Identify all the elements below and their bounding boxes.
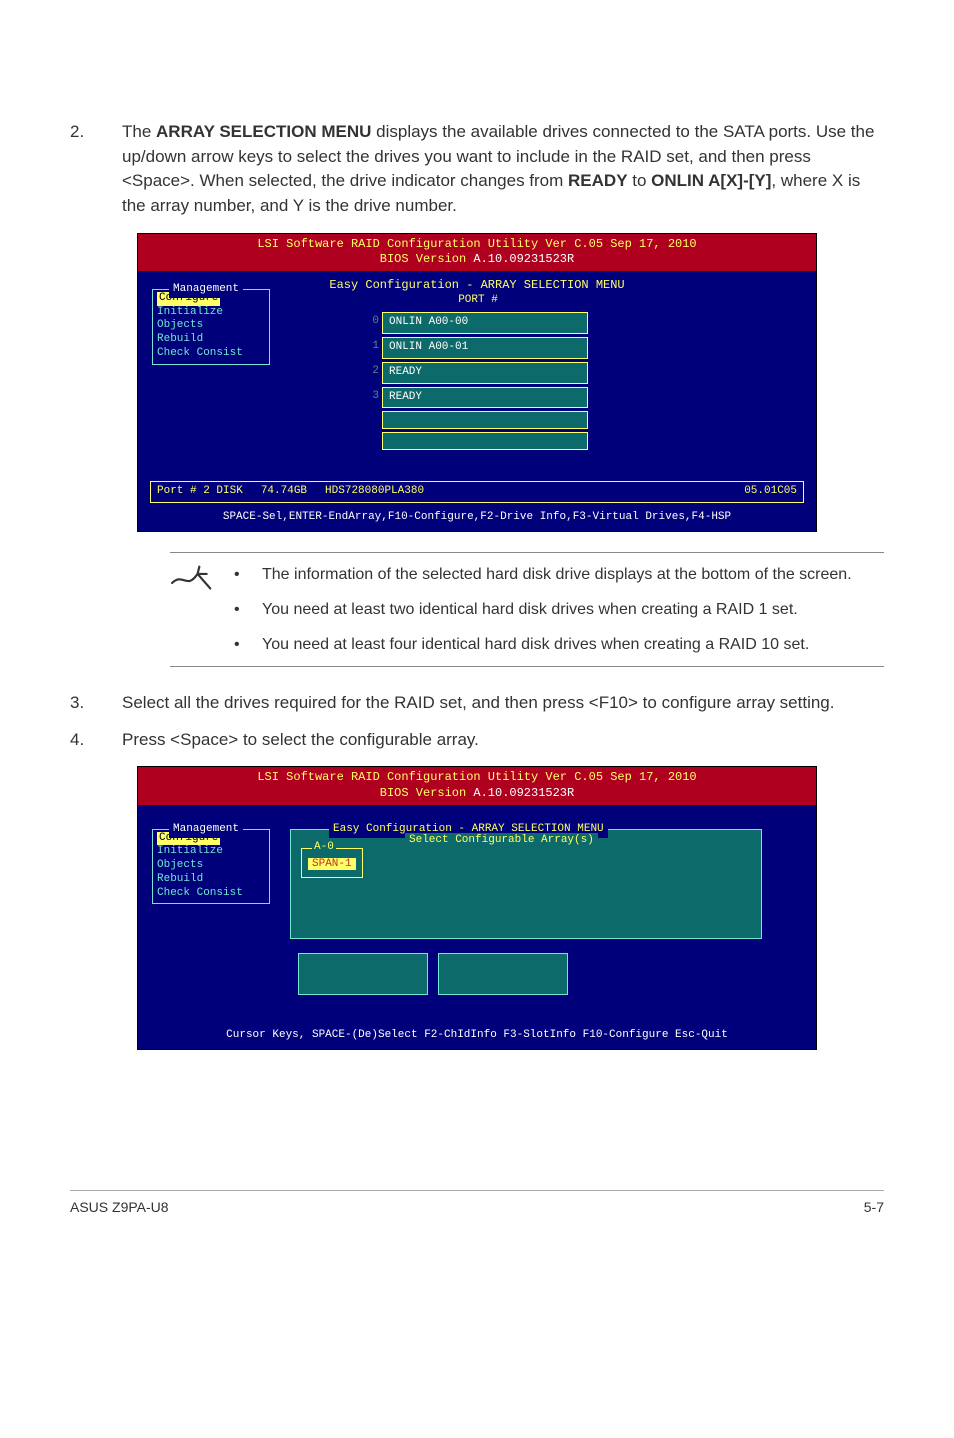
- bold: ARRAY SELECTION MENU: [156, 122, 371, 141]
- port-index: [368, 432, 382, 450]
- bullet-icon: •: [234, 563, 244, 586]
- bold: ONLIN A[X]-[Y]: [651, 171, 771, 190]
- footer-right: 5-7: [864, 1197, 884, 1217]
- port-row[interactable]: 3 READY: [368, 387, 588, 409]
- info-box: [298, 953, 428, 995]
- port-index: 2: [368, 362, 382, 384]
- disk-info-bar: Port # 2 DISK 74.74GB HDS728080PLA380 05…: [150, 481, 804, 503]
- bios-title: LSI Software RAID Configuration Utility …: [138, 237, 816, 253]
- note-text: The information of the selected hard dis…: [262, 563, 852, 586]
- bios-version-label: BIOS Version: [380, 252, 474, 266]
- span-panel: Easy Configuration - ARRAY SELECTION MEN…: [290, 829, 762, 939]
- port-label: ONLIN A00-01: [382, 337, 588, 359]
- bios-help-bar: Cursor Keys, SPACE-(De)Select F2-ChIdInf…: [138, 1025, 816, 1049]
- step-body: The ARRAY SELECTION MENU displays the av…: [122, 120, 884, 219]
- bios-version-label: BIOS Version: [380, 786, 474, 800]
- step-body: Press <Space> to select the configurable…: [122, 728, 884, 753]
- port-row[interactable]: 1 ONLIN A00-01: [368, 337, 588, 359]
- port-panel: PORT # 0 ONLIN A00-00 1 ONLIN A00-01 2 R…: [368, 293, 588, 454]
- port-row-empty: [368, 411, 588, 429]
- port-label: READY: [382, 362, 588, 384]
- bios-help-bar: SPACE-Sel,ENTER-EndArray,F10-Configure,F…: [138, 507, 816, 531]
- bios-title: LSI Software RAID Configuration Utility …: [138, 770, 816, 786]
- step-4: 4. Press <Space> to select the configura…: [70, 728, 884, 753]
- port-label: [382, 411, 588, 429]
- note-item: • You need at least four identical hard …: [234, 633, 876, 656]
- bios-screenshot-1: LSI Software RAID Configuration Utility …: [137, 233, 817, 532]
- disk-rev: 05.01C05: [744, 484, 797, 500]
- step-number: 4.: [70, 728, 94, 753]
- management-panel: Management Configure Initialize Objects …: [152, 829, 270, 905]
- menu-item-check[interactable]: Check Consist: [157, 887, 265, 901]
- info-box: [438, 953, 568, 995]
- disk-port: Port # 2 DISK: [157, 484, 243, 500]
- port-row-empty: [368, 432, 588, 450]
- port-index: 1: [368, 337, 382, 359]
- port-header: PORT #: [368, 293, 588, 309]
- panel-label: Management: [169, 822, 243, 838]
- port-index: [368, 411, 382, 429]
- menu-item-rebuild[interactable]: Rebuild: [157, 333, 265, 347]
- note-icon: [170, 563, 216, 657]
- note-text: You need at least four identical hard di…: [262, 633, 809, 656]
- footer-left: ASUS Z9PA-U8: [70, 1197, 169, 1217]
- menu-item-objects[interactable]: Objects: [157, 859, 265, 873]
- menu-item-check[interactable]: Check Consist: [157, 347, 265, 361]
- text: to: [628, 171, 652, 190]
- port-index: 0: [368, 312, 382, 334]
- text: The: [122, 122, 156, 141]
- array-a0[interactable]: A-0 SPAN-1: [301, 848, 363, 878]
- step-number: 3.: [70, 691, 94, 716]
- lower-boxes: [298, 953, 568, 995]
- bold: READY: [568, 171, 628, 190]
- bullet-icon: •: [234, 633, 244, 656]
- note-block: • The information of the selected hard d…: [170, 552, 884, 668]
- bios-screenshot-2: LSI Software RAID Configuration Utility …: [137, 766, 817, 1049]
- port-index: 3: [368, 387, 382, 409]
- menu-item-initialize[interactable]: Initialize: [157, 845, 265, 859]
- bios-body: Management Configure Initialize Objects …: [138, 805, 816, 1025]
- management-panel: Management Configure Initialize Objects …: [152, 289, 270, 365]
- bios-body: Easy Configuration - ARRAY SELECTION MEN…: [138, 271, 816, 481]
- note-list: • The information of the selected hard d…: [234, 563, 876, 657]
- span-label: SPAN-1: [308, 858, 356, 870]
- bios-version: A.10.09231523R: [473, 786, 574, 800]
- port-label: READY: [382, 387, 588, 409]
- step-2: 2. The ARRAY SELECTION MENU displays the…: [70, 120, 884, 219]
- panel-label: Management: [169, 282, 243, 298]
- bios-version: A.10.09231523R: [473, 252, 574, 266]
- port-row[interactable]: 2 READY: [368, 362, 588, 384]
- note-text: You need at least two identical hard dis…: [262, 598, 798, 621]
- menu-item-rebuild[interactable]: Rebuild: [157, 873, 265, 887]
- menu-item-initialize[interactable]: Initialize: [157, 306, 265, 320]
- disk-size: 74.74GB: [261, 484, 307, 500]
- menu-item-objects[interactable]: Objects: [157, 319, 265, 333]
- port-label: [382, 432, 588, 450]
- note-item: • The information of the selected hard d…: [234, 563, 876, 586]
- disk-model: HDS728080PLA380: [325, 484, 424, 500]
- note-item: • You need at least two identical hard d…: [234, 598, 876, 621]
- step-number: 2.: [70, 120, 94, 219]
- port-row[interactable]: 0 ONLIN A00-00: [368, 312, 588, 334]
- bios-header: LSI Software RAID Configuration Utility …: [138, 234, 816, 271]
- page-footer: ASUS Z9PA-U8 5-7: [70, 1190, 884, 1217]
- step-body: Select all the drives required for the R…: [122, 691, 884, 716]
- step-3: 3. Select all the drives required for th…: [70, 691, 884, 716]
- panel-subtitle: Select Configurable Array(s): [405, 833, 598, 849]
- bios-header: LSI Software RAID Configuration Utility …: [138, 767, 816, 804]
- bullet-icon: •: [234, 598, 244, 621]
- array-label: A-0: [312, 840, 336, 856]
- port-label: ONLIN A00-00: [382, 312, 588, 334]
